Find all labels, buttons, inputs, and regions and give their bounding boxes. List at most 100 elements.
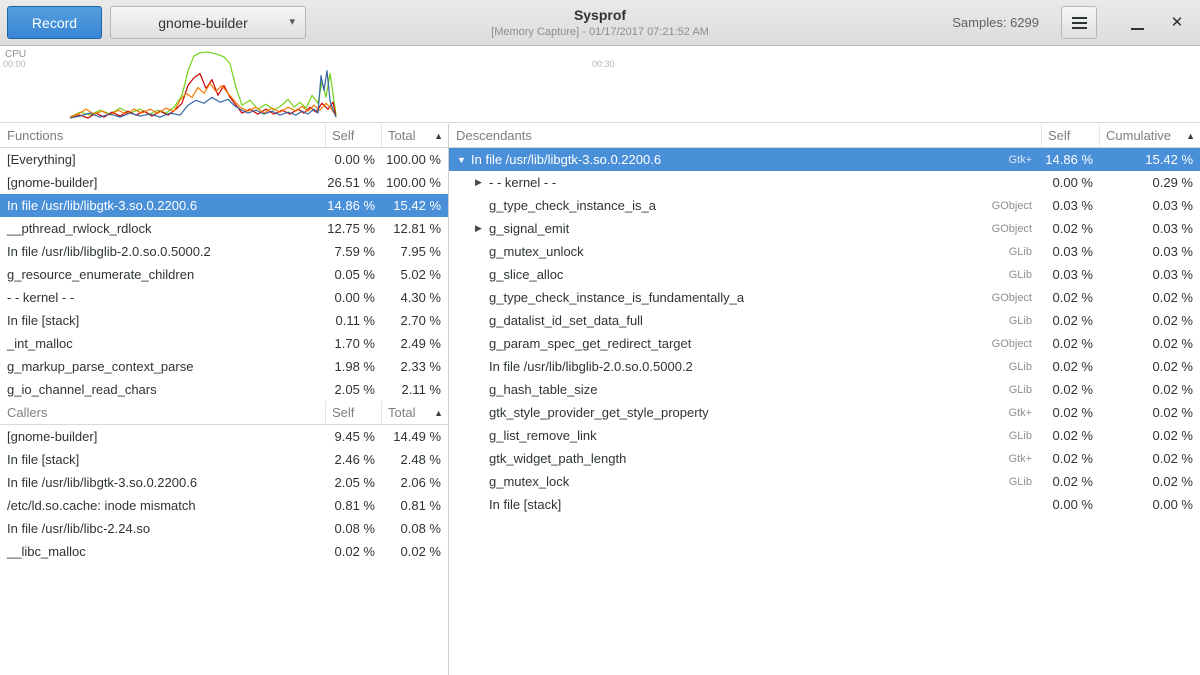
cumulative-value: 0.02 % bbox=[1100, 290, 1200, 305]
total-value: 2.11 % bbox=[382, 382, 448, 397]
function-name: g_hash_table_size bbox=[489, 382, 597, 397]
table-row[interactable]: In file [stack] 0.11 % 2.70 % bbox=[0, 309, 448, 332]
menu-button[interactable] bbox=[1061, 6, 1097, 39]
descendants-rows: ▼ In file /usr/lib/libgtk-3.so.0.2200.6 … bbox=[449, 148, 1200, 516]
functions-self-column-header[interactable]: Self bbox=[326, 124, 382, 147]
descendants-cumulative-column-header[interactable]: Cumulative ▲ bbox=[1100, 124, 1200, 147]
table-row[interactable]: g_resource_enumerate_children 0.05 % 5.0… bbox=[0, 263, 448, 286]
table-row[interactable]: g_mutex_lock GLib 0.02 % 0.02 % bbox=[449, 470, 1200, 493]
expander-icon[interactable]: ▶ bbox=[475, 177, 489, 188]
self-value: 2.46 % bbox=[326, 452, 382, 467]
table-row[interactable]: __libc_malloc 0.02 % 0.02 % bbox=[0, 540, 448, 563]
self-value: 0.02 % bbox=[1042, 405, 1100, 420]
minimize-button[interactable] bbox=[1121, 7, 1153, 39]
library-tag: GObject bbox=[984, 223, 1042, 235]
library-tag: Gtk+ bbox=[1000, 154, 1042, 166]
table-row[interactable]: - - kernel - - 0.00 % 4.30 % bbox=[0, 286, 448, 309]
function-name: g_type_check_instance_is_fundamentally_a bbox=[489, 290, 744, 305]
descendant-name-cell: g_mutex_lock GLib bbox=[449, 474, 1042, 489]
functions-column-header[interactable]: Functions bbox=[0, 124, 326, 147]
table-row[interactable]: In file /usr/lib/libc-2.24.so 0.08 % 0.0… bbox=[0, 517, 448, 540]
descendants-self-column-header[interactable]: Self bbox=[1042, 124, 1100, 147]
cumulative-value: 0.03 % bbox=[1100, 267, 1200, 282]
cumulative-value: 0.02 % bbox=[1100, 313, 1200, 328]
expander-icon[interactable]: ▶ bbox=[475, 223, 489, 234]
descendant-name-cell: In file /usr/lib/libglib-2.0.so.0.5000.2… bbox=[449, 359, 1042, 374]
descendants-table-header: Descendants Self Cumulative ▲ bbox=[449, 124, 1200, 148]
table-row[interactable]: g_type_check_instance_is_a GObject 0.03 … bbox=[449, 194, 1200, 217]
table-row[interactable]: [gnome-builder] 9.45 % 14.49 % bbox=[0, 425, 448, 448]
cumulative-value: 0.03 % bbox=[1100, 221, 1200, 236]
table-row[interactable]: ▶ - - kernel - - 0.00 % 0.29 % bbox=[449, 171, 1200, 194]
total-header-label: Total bbox=[388, 405, 415, 420]
self-value: 0.02 % bbox=[1042, 313, 1100, 328]
titlebar-right-group: Samples: 6299 ✕ bbox=[952, 6, 1193, 39]
function-name: /etc/ld.so.cache: inode mismatch bbox=[0, 498, 326, 513]
total-value: 15.42 % bbox=[382, 198, 448, 213]
functions-total-column-header[interactable]: Total ▲ bbox=[382, 124, 448, 147]
library-tag: GLib bbox=[1001, 384, 1042, 396]
callers-total-column-header[interactable]: Total ▲ bbox=[382, 401, 448, 424]
callers-column-header[interactable]: Callers bbox=[0, 401, 326, 424]
table-row[interactable]: In file [stack] 2.46 % 2.48 % bbox=[0, 448, 448, 471]
table-row[interactable]: g_mutex_unlock GLib 0.03 % 0.03 % bbox=[449, 240, 1200, 263]
function-name: In file /usr/lib/libgtk-3.so.0.2200.6 bbox=[471, 152, 661, 167]
total-value: 100.00 % bbox=[382, 152, 448, 167]
self-value: 2.05 % bbox=[326, 382, 382, 397]
table-row[interactable]: gtk_widget_path_length Gtk+ 0.02 % 0.02 … bbox=[449, 447, 1200, 470]
self-value: 0.02 % bbox=[1042, 336, 1100, 351]
record-button[interactable]: Record bbox=[7, 6, 102, 39]
cumulative-value: 0.02 % bbox=[1100, 474, 1200, 489]
time-label-start: 00:00 bbox=[3, 59, 26, 69]
table-row[interactable]: ▼ In file /usr/lib/libgtk-3.so.0.2200.6 … bbox=[449, 148, 1200, 171]
self-value: 0.03 % bbox=[1042, 244, 1100, 259]
table-row[interactable]: gtk_style_provider_get_style_property Gt… bbox=[449, 401, 1200, 424]
process-selector-label: gnome-builder bbox=[158, 15, 248, 31]
table-row[interactable]: In file [stack] 0.00 % 0.00 % bbox=[449, 493, 1200, 516]
table-row[interactable]: g_type_check_instance_is_fundamentally_a… bbox=[449, 286, 1200, 309]
self-value: 12.75 % bbox=[326, 221, 382, 236]
total-value: 0.81 % bbox=[382, 498, 448, 513]
cpu-graph[interactable]: CPU 00:00 00:30 bbox=[0, 46, 1200, 123]
table-row[interactable]: [gnome-builder] 26.51 % 100.00 % bbox=[0, 171, 448, 194]
close-button[interactable]: ✕ bbox=[1161, 7, 1193, 39]
table-row[interactable]: g_markup_parse_context_parse 1.98 % 2.33… bbox=[0, 355, 448, 378]
table-row[interactable]: In file /usr/lib/libglib-2.0.so.0.5000.2… bbox=[449, 355, 1200, 378]
self-value: 0.03 % bbox=[1042, 198, 1100, 213]
time-label-mid: 00:30 bbox=[592, 59, 615, 69]
table-row[interactable]: In file /usr/lib/libgtk-3.so.0.2200.6 14… bbox=[0, 194, 448, 217]
function-name: [Everything] bbox=[0, 152, 326, 167]
cumulative-value: 15.42 % bbox=[1100, 152, 1200, 167]
descendants-column-header[interactable]: Descendants bbox=[449, 124, 1042, 147]
process-selector[interactable]: gnome-builder ▾ bbox=[110, 6, 306, 39]
table-row[interactable]: g_slice_alloc GLib 0.03 % 0.03 % bbox=[449, 263, 1200, 286]
table-row[interactable]: /etc/ld.so.cache: inode mismatch 0.81 % … bbox=[0, 494, 448, 517]
cumulative-value: 0.03 % bbox=[1100, 244, 1200, 259]
self-value: 14.86 % bbox=[1042, 152, 1100, 167]
expander-icon[interactable]: ▼ bbox=[457, 155, 471, 165]
function-name: _int_malloc bbox=[0, 336, 326, 351]
table-row[interactable]: g_param_spec_get_redirect_target GObject… bbox=[449, 332, 1200, 355]
left-pane: Functions Self Total ▲ [Everything] 0.00… bbox=[0, 124, 449, 675]
table-row[interactable]: g_list_remove_link GLib 0.02 % 0.02 % bbox=[449, 424, 1200, 447]
table-row[interactable]: g_hash_table_size GLib 0.02 % 0.02 % bbox=[449, 378, 1200, 401]
table-row[interactable]: In file /usr/lib/libglib-2.0.so.0.5000.2… bbox=[0, 240, 448, 263]
descendant-name-cell: g_slice_alloc GLib bbox=[449, 267, 1042, 282]
table-row[interactable]: g_io_channel_read_chars 2.05 % 2.11 % bbox=[0, 378, 448, 401]
function-name: g_param_spec_get_redirect_target bbox=[489, 336, 691, 351]
descendant-name-cell: g_type_check_instance_is_fundamentally_a… bbox=[449, 290, 1042, 305]
table-row[interactable]: [Everything] 0.00 % 100.00 % bbox=[0, 148, 448, 171]
library-tag: GObject bbox=[984, 292, 1042, 304]
function-name: In file /usr/lib/libglib-2.0.so.0.5000.2 bbox=[489, 359, 693, 374]
callers-self-column-header[interactable]: Self bbox=[326, 401, 382, 424]
table-row[interactable]: g_datalist_id_set_data_full GLib 0.02 % … bbox=[449, 309, 1200, 332]
table-row[interactable]: __pthread_rwlock_rdlock 12.75 % 12.81 % bbox=[0, 217, 448, 240]
self-value: 0.02 % bbox=[1042, 451, 1100, 466]
library-tag: GLib bbox=[1001, 476, 1042, 488]
cumulative-value: 0.02 % bbox=[1100, 382, 1200, 397]
function-name: __pthread_rwlock_rdlock bbox=[0, 221, 326, 236]
table-row[interactable]: ▶ g_signal_emit GObject 0.02 % 0.03 % bbox=[449, 217, 1200, 240]
table-row[interactable]: _int_malloc 1.70 % 2.49 % bbox=[0, 332, 448, 355]
table-row[interactable]: In file /usr/lib/libgtk-3.so.0.2200.6 2.… bbox=[0, 471, 448, 494]
function-name: g_mutex_unlock bbox=[489, 244, 584, 259]
